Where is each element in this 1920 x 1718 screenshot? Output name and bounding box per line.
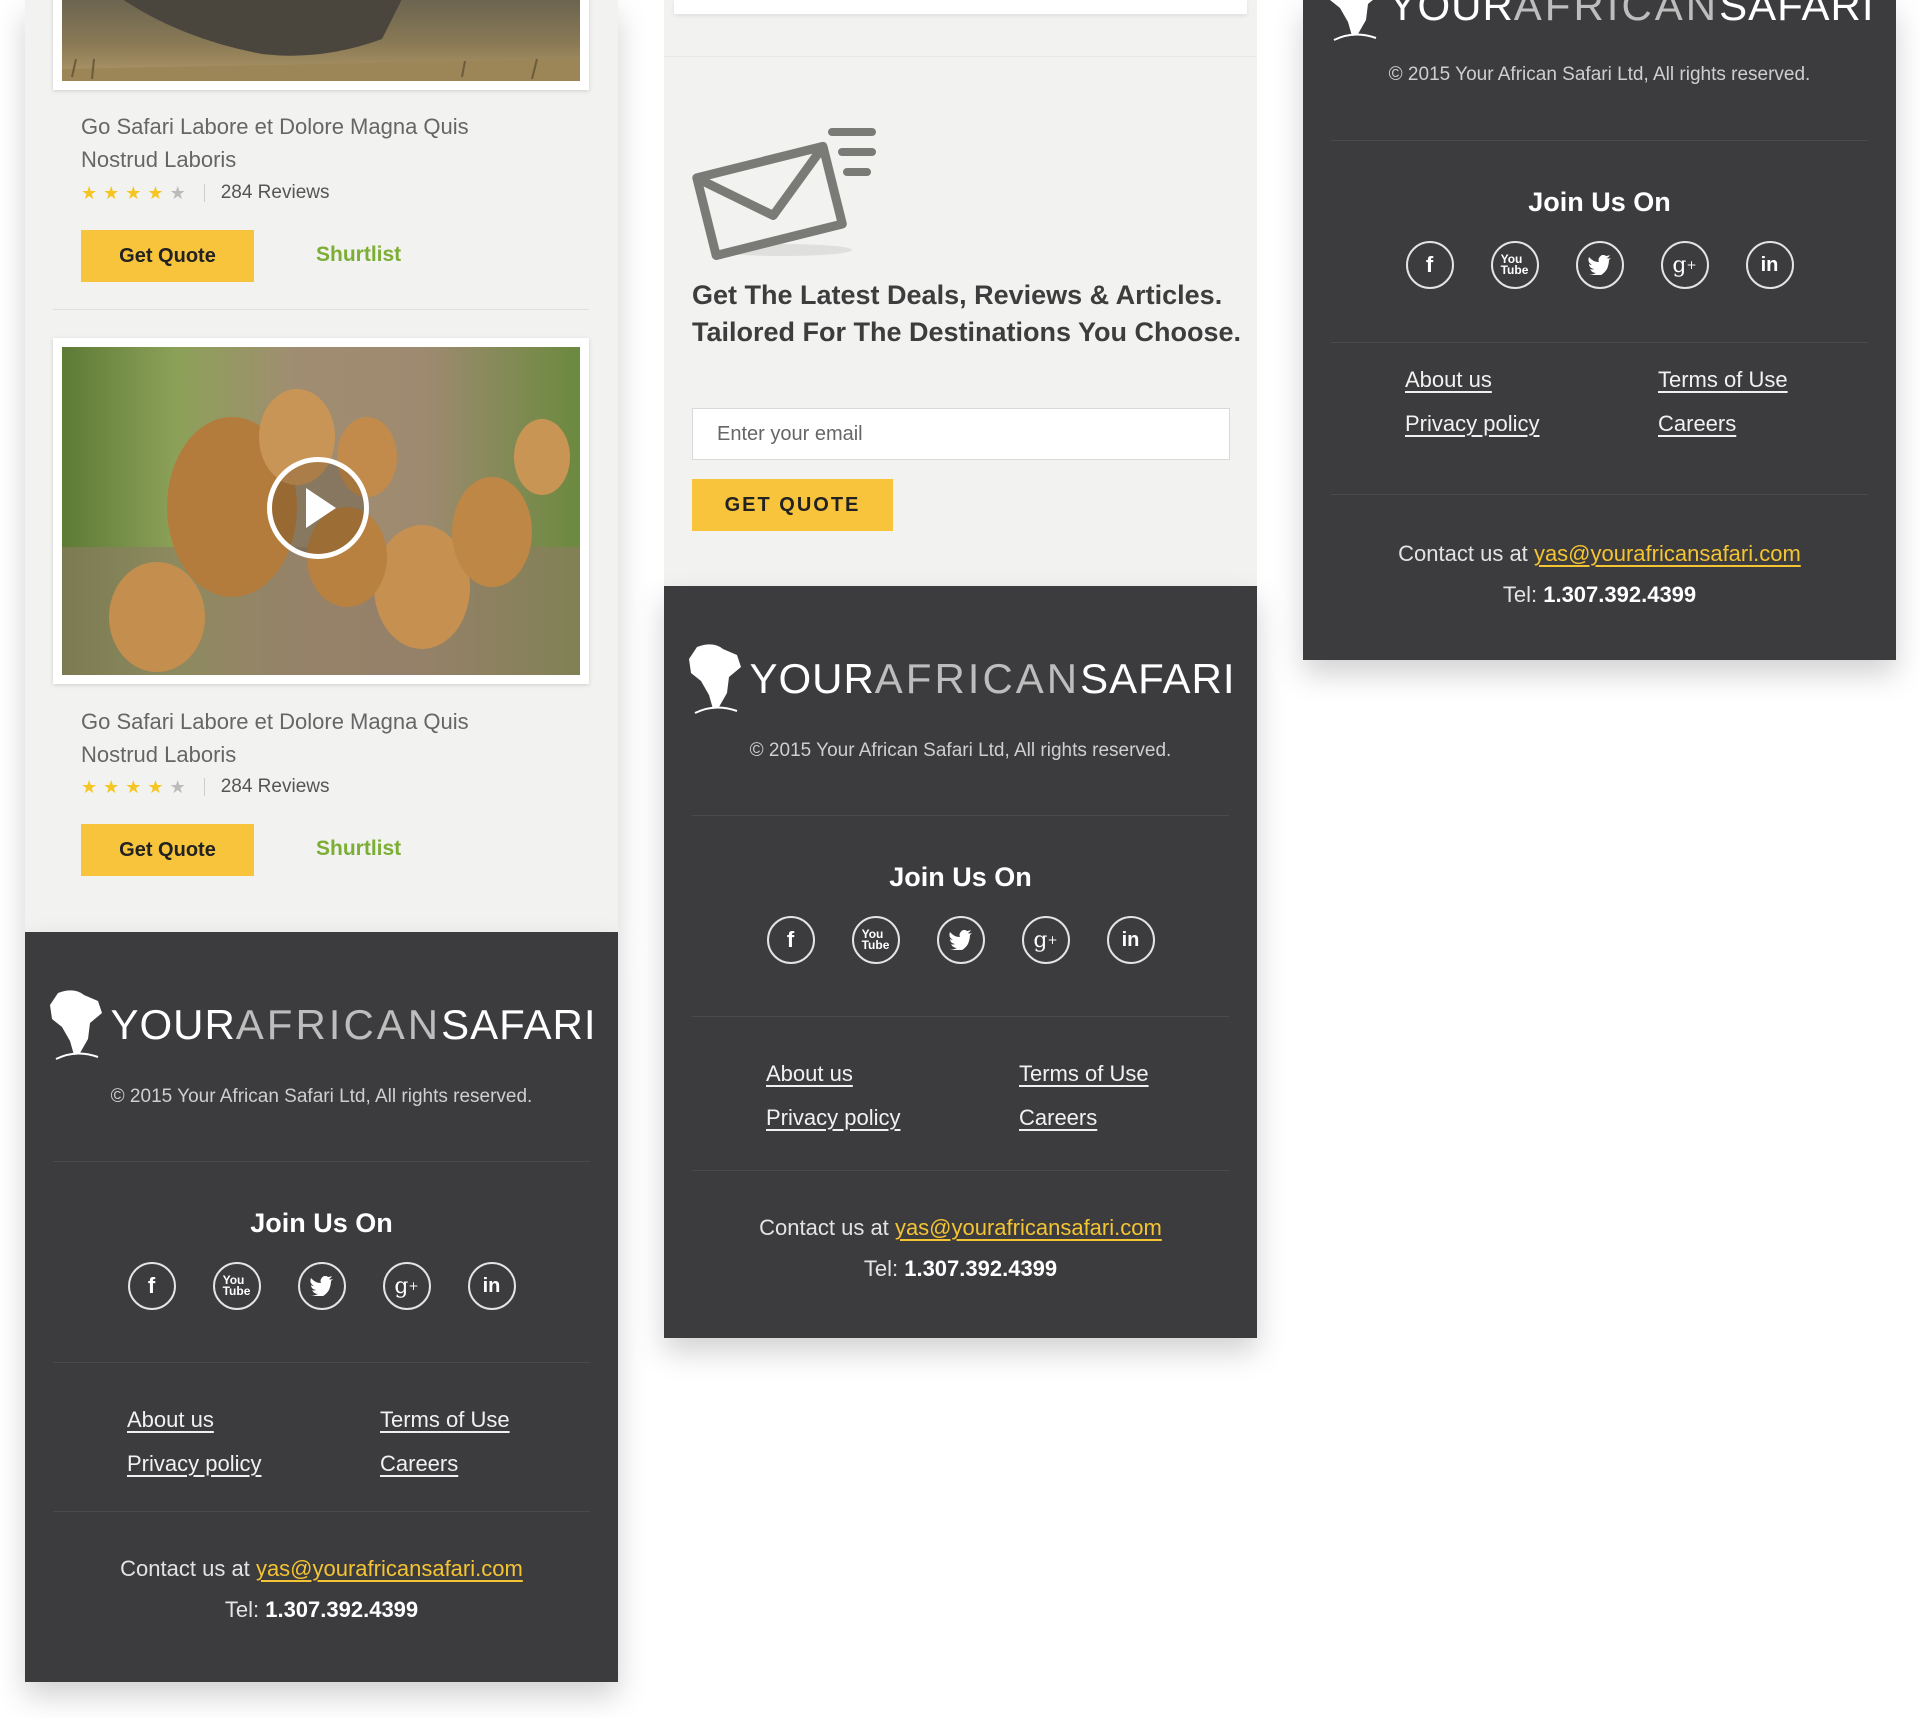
left-content-area: Go Safari Labore et Dolore Magna Quis No… (25, 0, 618, 932)
shortlist-link[interactable]: Shurtlist (316, 837, 401, 861)
social-links: f You Tube g + in (25, 1262, 618, 1310)
contact-line: Contact us at yas@yourafricansafari.com (120, 1556, 523, 1581)
careers-link[interactable]: Careers (1658, 411, 1736, 437)
get-quote-button[interactable]: Get Quote (81, 230, 254, 282)
get-quote-button[interactable]: GET QUOTE (692, 479, 893, 531)
left-panel: Go Safari Labore et Dolore Magna Quis No… (25, 0, 618, 1682)
join-us-title: Join Us On (1528, 187, 1671, 217)
card-title[interactable]: Go Safari Labore et Dolore Magna Quis No… (81, 705, 551, 771)
rating: ★ ★ ★ ★ ★ 284 Reviews (81, 776, 329, 798)
star-icon: ★ (103, 776, 120, 797)
contact-email-link[interactable]: yas@yourafricansafari.com (895, 1215, 1162, 1240)
star-empty-icon: ★ (169, 182, 186, 203)
copyright-text: © 2015 Your African Safari Ltd, All righ… (749, 740, 1172, 761)
middle-content-area: Get The Latest Deals, Reviews & Articles… (664, 0, 1257, 586)
star-icon: ★ (125, 182, 142, 203)
linkedin-icon[interactable]: in (1745, 241, 1794, 289)
footer-links: About us Terms of Use Privacy policy Car… (1405, 367, 1825, 447)
terms-of-use-link[interactable]: Terms of Use (1658, 367, 1788, 393)
contact-email-link[interactable]: yas@yourafricansafari.com (256, 1556, 523, 1581)
twitter-icon[interactable] (936, 916, 985, 964)
safari-card-video[interactable] (53, 338, 589, 684)
phone-line: Tel: 1.307.392.4399 (863, 1256, 1058, 1281)
africa-logo-icon (689, 644, 742, 714)
site-logo[interactable]: YOUR AFRICAN SAFARI (1303, 0, 1896, 44)
contact-line: Contact us at yas@yourafricansafari.com (759, 1215, 1162, 1240)
facebook-icon[interactable]: f (766, 916, 815, 964)
youtube-icon[interactable]: You Tube (851, 916, 900, 964)
google-plus-icon[interactable]: g + (1660, 241, 1709, 289)
star-icon: ★ (81, 776, 98, 797)
join-us-title: Join Us On (250, 1208, 393, 1238)
star-icon: ★ (147, 776, 164, 797)
envelope-icon (692, 128, 876, 260)
about-us-link[interactable]: About us (1405, 367, 1492, 393)
rating: ★ ★ ★ ★ ★ 284 Reviews (81, 182, 329, 204)
phone-number[interactable]: 1.307.392.4399 (265, 1597, 418, 1622)
copyright-text: © 2015 Your African Safari Ltd, All righ… (110, 1086, 533, 1107)
star-icon: ★ (103, 182, 120, 203)
google-plus-icon[interactable]: g + (382, 1262, 431, 1310)
linkedin-icon[interactable]: in (1106, 916, 1155, 964)
email-input[interactable] (692, 408, 1230, 460)
about-us-link[interactable]: About us (766, 1061, 853, 1087)
twitter-icon[interactable] (1575, 241, 1624, 289)
careers-link[interactable]: Careers (1019, 1105, 1097, 1131)
shortlist-link[interactable]: Shurtlist (316, 243, 401, 267)
phone-number[interactable]: 1.307.392.4399 (1543, 582, 1696, 607)
copyright-text: © 2015 Your African Safari Ltd, All righ… (1388, 64, 1811, 85)
africa-logo-icon (50, 990, 103, 1060)
careers-link[interactable]: Careers (380, 1451, 458, 1477)
join-us-title: Join Us On (889, 862, 1032, 892)
privacy-policy-link[interactable]: Privacy policy (127, 1451, 261, 1477)
youtube-icon[interactable]: You Tube (212, 1262, 261, 1310)
footer-links: About us Terms of Use Privacy policy Car… (766, 1061, 1186, 1141)
star-icon: ★ (81, 182, 98, 203)
card-divider (53, 309, 589, 310)
privacy-policy-link[interactable]: Privacy policy (766, 1105, 900, 1131)
privacy-policy-link[interactable]: Privacy policy (1405, 411, 1539, 437)
youtube-icon[interactable]: You Tube (1490, 241, 1539, 289)
review-count[interactable]: 284 Reviews (221, 182, 330, 204)
site-logo[interactable]: YOUR AFRICAN SAFARI (25, 987, 618, 1063)
footer: YOUR AFRICAN SAFARI © 2015 Your African Sa… (25, 932, 618, 1682)
footer-links: About us Terms of Use Privacy policy Car… (127, 1407, 547, 1487)
phone-line: Tel: 1.307.392.4399 (1502, 582, 1697, 607)
star-icon: ★ (147, 182, 164, 203)
facebook-icon[interactable]: f (1405, 241, 1454, 289)
google-plus-icon[interactable]: g + (1021, 916, 1070, 964)
card-bottom-edge (674, 0, 1247, 14)
africa-logo-icon (1330, 0, 1377, 41)
linkedin-icon[interactable]: in (467, 1262, 516, 1310)
contact-email-link[interactable]: yas@yourafricansafari.com (1534, 541, 1801, 566)
facebook-icon[interactable]: f (127, 1262, 176, 1310)
terms-of-use-link[interactable]: Terms of Use (1019, 1061, 1149, 1087)
get-quote-button[interactable]: Get Quote (81, 824, 254, 876)
contact-line: Contact us at yas@yourafricansafari.com (1398, 541, 1801, 566)
middle-panel: Get The Latest Deals, Reviews & Articles… (664, 0, 1257, 1338)
play-icon[interactable] (267, 457, 369, 559)
social-links: f You Tube g + in (664, 916, 1257, 964)
site-logo[interactable]: YOUR AFRICAN SAFARI (664, 641, 1257, 717)
safari-card: Go Safari Labore et Dolore Magna Quis No… (25, 0, 618, 310)
safari-card-image[interactable] (53, 0, 589, 90)
terms-of-use-link[interactable]: Terms of Use (380, 1407, 510, 1433)
social-links: f You Tube g + in (1303, 241, 1896, 289)
about-us-link[interactable]: About us (127, 1407, 214, 1433)
star-empty-icon: ★ (169, 776, 186, 797)
review-count[interactable]: 284 Reviews (221, 776, 330, 798)
phone-number[interactable]: 1.307.392.4399 (904, 1256, 1057, 1281)
newsletter-title: Get The Latest Deals, Reviews & Articles… (692, 280, 1242, 347)
footer: YOUR AFRICAN SAFARI © 2015 Your African Sa… (1303, 0, 1896, 660)
phone-line: Tel: 1.307.392.4399 (224, 1597, 419, 1622)
footer: YOUR AFRICAN SAFARI © 2015 Your African Sa… (664, 586, 1257, 1338)
card-title[interactable]: Go Safari Labore et Dolore Magna Quis No… (81, 110, 551, 176)
twitter-icon[interactable] (297, 1262, 346, 1310)
safari-card: Go Safari Labore et Dolore Magna Quis No… (25, 338, 618, 898)
star-icon: ★ (125, 776, 142, 797)
